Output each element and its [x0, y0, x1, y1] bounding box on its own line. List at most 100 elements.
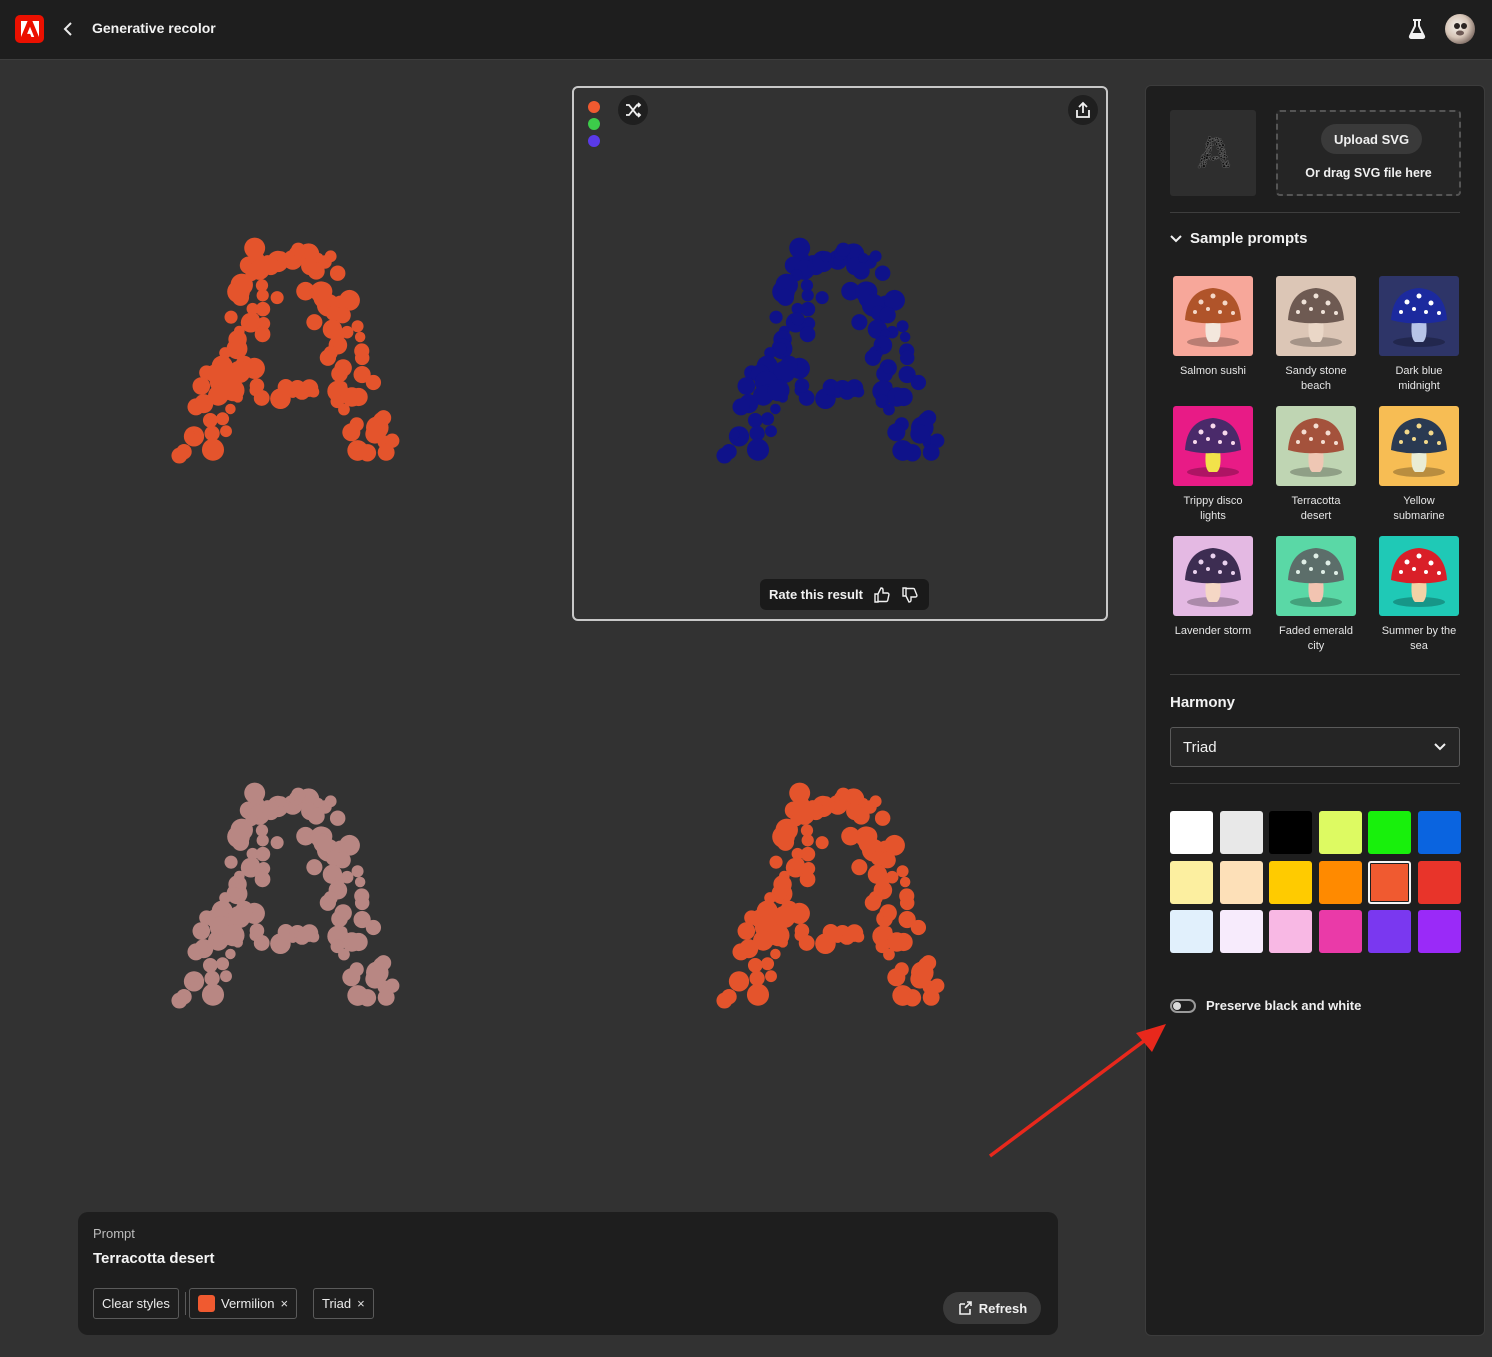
divider [1170, 783, 1460, 784]
share-icon [1076, 101, 1090, 118]
variation-bottom-right[interactable] [695, 765, 975, 1035]
letter-dot [256, 834, 269, 847]
letter-dot [858, 797, 869, 808]
letter-dot [184, 429, 195, 440]
color-swatch[interactable] [1170, 910, 1213, 953]
sample-prompt-item[interactable]: Dark blue midnight [1376, 276, 1462, 394]
close-icon[interactable]: × [357, 1296, 365, 1311]
preserve-bw-row[interactable]: Preserve black and white [1170, 998, 1361, 1013]
variation-bottom-left[interactable] [150, 765, 430, 1035]
preserve-bw-toggle[interactable] [1170, 998, 1196, 1013]
letter-dot [1215, 156, 1219, 160]
letter-dot [231, 833, 250, 851]
color-swatch[interactable] [1170, 860, 1213, 904]
letter-dot [354, 895, 370, 911]
letter-dot [365, 919, 382, 936]
chevron-left-icon[interactable] [58, 18, 78, 40]
letter-dot [801, 289, 814, 302]
letter-dot [231, 288, 250, 306]
letter-dot [1206, 143, 1210, 147]
selected-variation-card[interactable]: Rate this result [572, 86, 1108, 621]
color-swatch[interactable] [1269, 860, 1313, 904]
shuffle-icon [626, 102, 642, 118]
color-swatch[interactable] [1219, 910, 1263, 953]
color-swatch[interactable] [1318, 811, 1362, 854]
thumbs-down-icon[interactable] [901, 586, 919, 604]
letter-dot [275, 796, 287, 808]
letter-dot [354, 331, 366, 343]
letter-dot [349, 932, 368, 952]
letter-dot [1207, 136, 1212, 140]
letter-dot [852, 262, 870, 280]
refresh-button[interactable]: Refresh [943, 1292, 1041, 1324]
color-swatch[interactable] [1269, 910, 1313, 953]
color-swatch[interactable] [1269, 811, 1313, 854]
prompt-caption: Prompt [93, 1226, 135, 1241]
sample-prompt-item[interactable]: Yellow submarine [1376, 406, 1462, 524]
letter-dot [864, 894, 882, 911]
color-swatch[interactable] [1219, 811, 1263, 854]
letter-dot [851, 314, 868, 331]
variation-selected-artwork [716, 237, 945, 464]
sample-prompt-item[interactable]: Terracotta desert [1273, 406, 1359, 524]
close-icon[interactable]: × [280, 1296, 288, 1311]
letter-dot [313, 252, 324, 263]
chip-vermilion: Vermilion × [189, 1288, 298, 1319]
letter-dot [291, 242, 306, 257]
shuffle-colors-button[interactable] [618, 95, 648, 125]
letter-dot [1216, 146, 1220, 150]
letter-dot [922, 988, 940, 1006]
letter-dot [1221, 159, 1224, 162]
sample-prompt-item[interactable]: Summer by the sea [1376, 536, 1462, 654]
harmony-select-value: Triad [1183, 738, 1217, 756]
color-swatch[interactable] [1368, 860, 1412, 904]
thumbs-up-icon[interactable] [873, 586, 891, 604]
variation-top-left[interactable] [150, 220, 430, 490]
letter-dot [270, 836, 284, 850]
letter-dot [338, 948, 350, 961]
letter-dot [225, 403, 236, 415]
sample-prompt-item[interactable]: Salmon sushi [1170, 276, 1256, 379]
letter-dot [184, 974, 195, 985]
sample-prompt-item[interactable]: Trippy disco lights [1170, 406, 1256, 524]
color-swatch[interactable] [1318, 910, 1362, 953]
color-swatch[interactable] [1170, 811, 1213, 854]
sample-prompt-item[interactable]: Lavender storm [1170, 536, 1256, 639]
sample-prompt-item[interactable]: Faded emerald city [1273, 536, 1359, 654]
mushroom-icon [1173, 276, 1253, 356]
letter-dot [307, 262, 325, 280]
upload-svg-button[interactable]: Upload SVG [1321, 124, 1422, 154]
mushroom-icon [1379, 536, 1459, 616]
letter-dot [201, 983, 225, 1006]
letter-dot [1199, 163, 1202, 165]
clear-styles-button[interactable]: Clear styles [93, 1288, 179, 1319]
letter-dot [883, 948, 895, 961]
harmony-select[interactable]: Triad [1170, 727, 1460, 767]
letter-dot [201, 438, 225, 461]
letter-dot [910, 374, 927, 391]
sample-prompt-label: Lavender storm [1174, 625, 1252, 637]
user-avatar[interactable] [1445, 14, 1475, 44]
color-swatch[interactable] [1368, 910, 1412, 953]
letter-dot [767, 924, 790, 947]
color-swatch[interactable] [1418, 910, 1461, 953]
share-button[interactable] [1068, 95, 1098, 125]
adobe-logo-icon[interactable] [15, 15, 44, 43]
flask-icon[interactable] [1405, 17, 1429, 41]
svg-drop-zone[interactable]: Upload SVG Or drag SVG file here [1276, 110, 1461, 196]
color-swatch[interactable] [1368, 811, 1412, 854]
letter-dot [1208, 155, 1212, 159]
prompt-input[interactable]: Terracotta desert [93, 1250, 214, 1267]
letter-dot [216, 957, 230, 971]
sample-prompt-item[interactable]: Sandy stone beach [1273, 276, 1359, 394]
color-swatch[interactable] [1418, 860, 1461, 904]
letter-dot [1197, 165, 1201, 169]
letter-dot [801, 834, 814, 847]
sample-prompts-toggle[interactable]: Sample prompts [1170, 230, 1308, 247]
letter-dot [351, 865, 364, 878]
letter-dot [791, 312, 805, 326]
color-swatch[interactable] [1318, 860, 1362, 904]
letter-dot [220, 970, 232, 983]
color-swatch[interactable] [1418, 811, 1461, 854]
color-swatch[interactable] [1219, 860, 1263, 904]
